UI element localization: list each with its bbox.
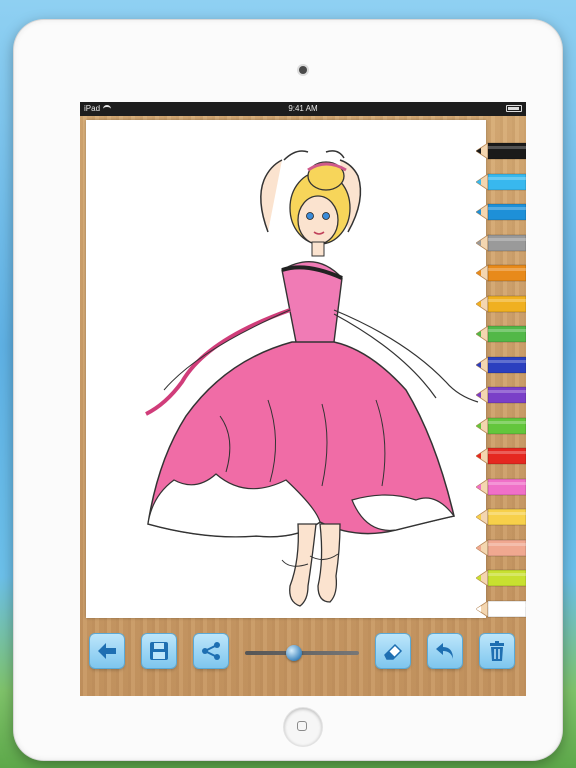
pencil-5[interactable]: [475, 293, 526, 315]
trash-button[interactable]: [480, 634, 514, 668]
bottom-toolbar: [80, 622, 526, 696]
pencil-14[interactable]: [475, 567, 526, 589]
pencil-icon: [475, 599, 526, 618]
status-bar: iPad 9:41 AM: [80, 102, 526, 116]
pencil-icon: [475, 447, 526, 465]
undo-icon: [436, 643, 453, 659]
share-icon: [202, 642, 220, 660]
brush-size-slider[interactable]: [245, 645, 359, 661]
home-button[interactable]: [284, 708, 322, 746]
trash-icon: [490, 641, 504, 661]
pencil-8[interactable]: [475, 384, 526, 406]
pencil-icon: [475, 264, 526, 282]
pencil-3[interactable]: [475, 232, 526, 254]
pencil-icon: [475, 172, 526, 191]
pencil-4[interactable]: [475, 262, 526, 284]
pencil-icon: [475, 477, 526, 496]
pencil-icon: [475, 386, 526, 404]
pencil-1[interactable]: [475, 171, 526, 193]
pencil-11[interactable]: [475, 476, 526, 498]
pencil-12[interactable]: [475, 506, 526, 528]
pencil-icon: [475, 538, 526, 557]
status-time: 9:41 AM: [288, 104, 318, 113]
battery-icon: [506, 105, 522, 112]
pencil-icon: [475, 569, 526, 587]
eraser-icon: [384, 643, 403, 660]
pencil-icon: [475, 325, 526, 343]
pencil-9[interactable]: [475, 415, 526, 437]
ipad-frame: iPad 9:41 AM: [14, 20, 562, 760]
pencil-icon: [475, 142, 526, 160]
ballerina-drawing: [145, 150, 479, 607]
slider-knob[interactable]: [286, 645, 303, 661]
drawing-canvas[interactable]: [86, 120, 486, 618]
pencil-icon: [475, 203, 526, 221]
pencil-0[interactable]: [475, 140, 526, 162]
back-arrow-icon: [98, 643, 116, 659]
save-button[interactable]: [142, 634, 176, 668]
home-square-icon: [297, 721, 307, 731]
pencil-icon: [475, 508, 526, 526]
pencil-icon: [475, 294, 526, 313]
pencil-13[interactable]: [475, 537, 526, 559]
undo-button[interactable]: [428, 634, 462, 668]
pencil-2[interactable]: [475, 201, 526, 223]
save-icon: [150, 642, 168, 660]
pencil-icon: [475, 233, 526, 252]
pencil-icon: [475, 416, 526, 435]
eraser-button[interactable]: [376, 634, 410, 668]
share-button[interactable]: [194, 634, 228, 668]
pencil-icon: [475, 355, 526, 374]
pencil-15[interactable]: [475, 598, 526, 620]
camera-icon: [299, 66, 307, 74]
app-screen: iPad 9:41 AM: [80, 102, 526, 696]
pencil-10[interactable]: [475, 445, 526, 467]
back-button[interactable]: [90, 634, 124, 668]
pencil-7[interactable]: [475, 354, 526, 376]
pencil-6[interactable]: [475, 323, 526, 345]
